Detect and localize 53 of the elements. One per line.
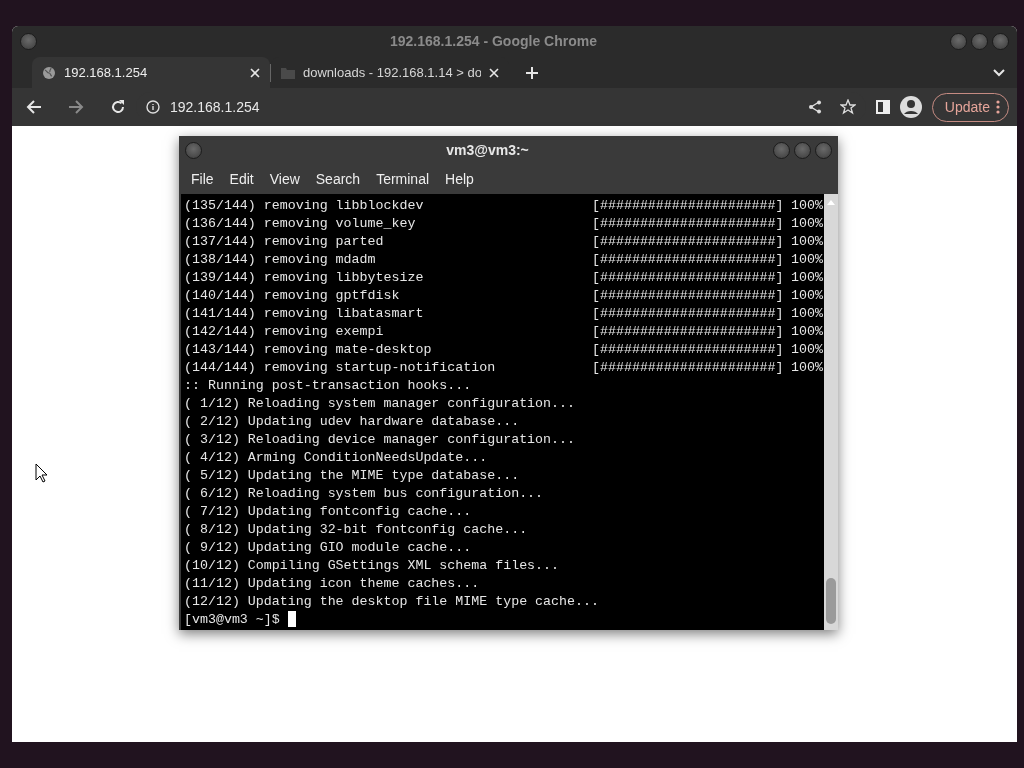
progress-text: [######################] xyxy=(592,215,785,233)
menu-item[interactable]: File xyxy=(183,168,222,190)
terminal-line: (12/12) Updating the desktop file MIME type cache... xyxy=(184,593,599,611)
percent-text: 100% xyxy=(791,323,823,341)
terminal-line: (144/144) removing startup-notification xyxy=(184,359,497,377)
terminal-line: ( 9/12) Updating GIO module cache... xyxy=(184,539,472,557)
progress-text: [######################] xyxy=(592,233,785,251)
terminal-line: ( 7/12) Updating fontconfig cache... xyxy=(184,503,472,521)
menu-item[interactable]: View xyxy=(261,168,308,190)
terminal-line: (138/144) removing mdadm xyxy=(184,251,377,269)
terminal-line: (142/144) removing exempi xyxy=(184,323,385,341)
menu-item[interactable]: Search xyxy=(307,168,369,190)
progress-text: [######################] xyxy=(592,359,785,377)
terminal-line: ( 8/12) Updating 32-bit fontconfig cache... xyxy=(184,521,528,539)
progress-text: [######################] xyxy=(592,287,785,305)
percent-text: 100% xyxy=(791,269,823,287)
menu-item[interactable]: Edit xyxy=(221,168,262,190)
progress-text: [######################] xyxy=(592,269,785,287)
terminal-line: ( 3/12) Reloading device manager configuration... xyxy=(184,431,575,449)
percent-text: 100% xyxy=(791,287,823,305)
terminal-line: (10/12) Compiling GSettings XML schema files... xyxy=(184,557,560,575)
terminal-line: ( 2/12) Updating udev hardware database... xyxy=(184,413,520,431)
browser-tab[interactable]: 192.168.1.254 xyxy=(32,57,270,88)
terminal-line: (135/144) removing libblockdev xyxy=(184,197,425,215)
window-title: 192.168.1.254 - Google Chrome xyxy=(389,32,598,51)
progress-text: [######################] xyxy=(592,251,785,269)
terminal-line: (140/144) removing gptfdisk xyxy=(184,287,401,305)
terminal-line: ( 1/12) Reloading system manager configuration... xyxy=(184,395,575,413)
shell-prompt: [vm3@vm3 ~]$ xyxy=(184,611,280,629)
terminal-line: ( 5/12) Updating the MIME type database... xyxy=(184,467,520,485)
progress-text: [######################] xyxy=(592,323,785,341)
window-title: vm3@vm3:~ xyxy=(445,140,530,160)
terminal-line: ( 6/12) Reloading system bus configuration... xyxy=(184,485,544,503)
terminal-line: (143/144) removing mate-desktop xyxy=(184,341,433,359)
menu-item[interactable]: Terminal xyxy=(368,168,438,190)
terminal-line: (136/144) removing volume_key xyxy=(184,215,417,233)
percent-text: 100% xyxy=(791,341,823,359)
terminal-line: (141/144) removing libatasmart xyxy=(184,305,425,323)
terminal-line: (11/12) Updating icon theme caches... xyxy=(184,575,480,593)
percent-text: 100% xyxy=(791,197,823,215)
percent-text: 100% xyxy=(791,305,823,323)
progress-text: [######################] xyxy=(592,341,785,359)
percent-text: 100% xyxy=(791,215,823,233)
terminal-line: (139/144) removing libbytesize xyxy=(184,269,425,287)
progress-text: [######################] xyxy=(592,305,785,323)
percent-text: 100% xyxy=(791,359,823,377)
progress-text: [######################] xyxy=(592,197,785,215)
terminal-line: :: Running post-transaction hooks... xyxy=(184,377,472,395)
terminal-line: ( 4/12) Arming ConditionNeedsUpdate... xyxy=(184,449,488,467)
terminal-line: (137/144) removing parted xyxy=(184,233,385,251)
percent-text: 100% xyxy=(791,251,823,269)
menu-item[interactable]: Help xyxy=(437,168,482,190)
percent-text: 100% xyxy=(791,233,823,251)
